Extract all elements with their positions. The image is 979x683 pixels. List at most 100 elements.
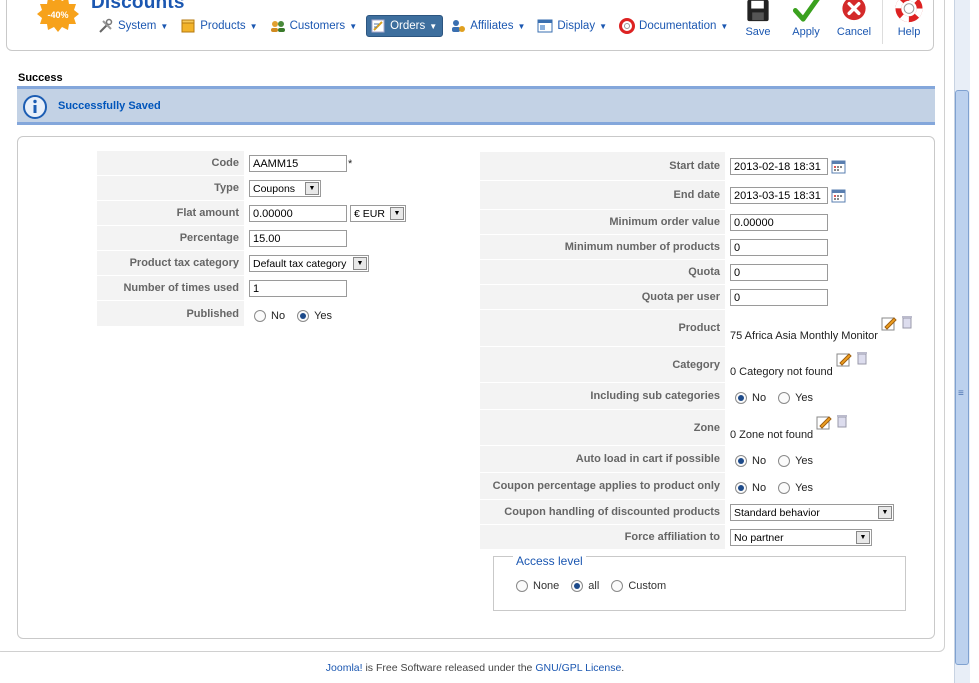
published-yes-radio[interactable] <box>297 309 310 322</box>
apply-button[interactable]: Apply <box>782 0 830 47</box>
type-label: Type <box>97 176 244 201</box>
joomla-link[interactable]: Joomla! <box>326 662 363 674</box>
product-cell: 75 Africa Asia Monthly Monitor <box>725 310 914 347</box>
help-button[interactable]: Help <box>885 0 933 47</box>
percentage-input[interactable] <box>249 230 347 247</box>
row-min-order-value: Minimum order value <box>480 210 828 235</box>
published-no-radio[interactable] <box>254 309 266 322</box>
menu-orders[interactable]: Orders ▼ <box>366 15 444 37</box>
min-order-value-input[interactable] <box>730 214 828 231</box>
product-tax-category-value: Default tax category <box>253 257 347 270</box>
published-no-label: No <box>271 309 286 322</box>
help-label: Help <box>897 26 921 38</box>
lifebuoy-icon <box>619 18 636 34</box>
menu-affiliates[interactable]: Affiliates ▼ <box>447 15 530 37</box>
min-products-input[interactable] <box>730 239 828 256</box>
chevron-down-icon: ▼ <box>599 21 608 31</box>
auto-load-no-radio[interactable] <box>735 455 747 467</box>
row-quota-per-user: Quota per user <box>480 285 828 310</box>
menu-products[interactable]: Products ▼ <box>177 15 262 37</box>
save-button[interactable]: Save <box>734 0 782 47</box>
scrollbar-thumb[interactable] <box>955 90 969 665</box>
affiliate-icon <box>452 20 466 32</box>
row-auto-load: Auto load in cart if possible No Yes <box>480 446 825 473</box>
access-custom-radio[interactable] <box>611 580 624 592</box>
pct-applies-no-label: No <box>752 482 767 494</box>
flat-amount-input[interactable] <box>249 205 347 222</box>
access-none-radio[interactable] <box>516 580 528 592</box>
trash-icon[interactable] <box>835 414 849 428</box>
category-label: Category <box>480 347 725 383</box>
handling-cell: Standard behavior ▼ <box>725 500 894 525</box>
calendar-icon[interactable] <box>831 188 846 203</box>
force-affiliation-select[interactable]: No partner ▼ <box>730 529 872 546</box>
handling-select[interactable]: Standard behavior ▼ <box>730 504 894 521</box>
menu-system[interactable]: System ▼ <box>95 15 173 37</box>
percentage-value-cell <box>244 226 347 251</box>
row-times-used: Number of times used <box>97 276 347 301</box>
sub-categories-no-radio[interactable] <box>735 392 747 404</box>
category-value: 0 Category not found <box>730 366 833 378</box>
flat-amount-value-cell: € EUR ▼ <box>244 201 406 226</box>
type-value-cell: Coupons ▼ <box>244 176 321 201</box>
edit-icon[interactable] <box>836 351 852 367</box>
quota-per-user-input[interactable] <box>730 289 828 306</box>
menu-display[interactable]: Display ▼ <box>534 15 612 37</box>
menu-customers[interactable]: Customers ▼ <box>267 15 363 37</box>
edit-icon[interactable] <box>881 315 897 331</box>
row-type: Type Coupons ▼ <box>97 176 321 201</box>
chevron-down-icon: ▼ <box>160 21 169 31</box>
info-icon <box>23 95 47 119</box>
success-message-bar: Successfully Saved <box>17 86 935 125</box>
sub-categories-yes-label: Yes <box>795 392 814 404</box>
pct-applies-label: Coupon percentage applies to product onl… <box>480 473 725 500</box>
chevron-down-icon: ▼ <box>878 506 892 519</box>
start-date-input[interactable] <box>730 158 828 175</box>
pct-applies-no-radio[interactable] <box>735 482 747 494</box>
footer-end: . <box>621 662 625 674</box>
published-label: Published <box>97 301 244 327</box>
end-date-label: End date <box>480 181 725 210</box>
sub-categories-yes-radio[interactable] <box>778 392 791 404</box>
message-title: Success <box>18 72 63 84</box>
force-affiliation-label: Force affiliation to <box>480 525 725 550</box>
zone-label: Zone <box>480 410 725 446</box>
row-code: Code * <box>97 151 444 176</box>
checkmark-icon <box>792 0 820 22</box>
license-link[interactable]: GNU/GPL License <box>535 662 621 674</box>
end-date-input[interactable] <box>730 187 828 204</box>
chevron-down-icon: ▼ <box>720 21 729 31</box>
type-select[interactable]: Coupons ▼ <box>249 180 321 197</box>
zone-cell: 0 Zone not found <box>725 410 849 446</box>
trash-icon[interactable] <box>855 351 869 365</box>
code-input[interactable] <box>249 155 347 172</box>
quota-input[interactable] <box>730 264 828 281</box>
pct-applies-yes-radio[interactable] <box>778 482 791 494</box>
row-published: Published No Yes <box>97 301 344 327</box>
currency-select-value: € EUR <box>354 207 385 220</box>
trash-icon[interactable] <box>900 315 914 329</box>
message-text: Successfully Saved <box>58 100 161 112</box>
product-value: 75 Africa Asia Monthly Monitor <box>730 330 878 342</box>
row-zone: Zone 0 Zone not found <box>480 410 849 446</box>
cancel-button[interactable]: Cancel <box>830 0 878 47</box>
menu-display-label: Display <box>557 20 596 32</box>
menu-customers-label: Customers <box>289 20 346 32</box>
row-flat-amount: Flat amount € EUR ▼ <box>97 201 406 226</box>
currency-select[interactable]: € EUR ▼ <box>350 205 406 222</box>
product-tax-category-value-cell: Default tax category ▼ <box>244 251 369 276</box>
menu-documentation[interactable]: Documentation ▼ <box>616 15 733 37</box>
times-used-input[interactable] <box>249 280 347 297</box>
product-label: Product <box>480 310 725 347</box>
edit-icon[interactable] <box>816 414 832 430</box>
discount-badge-icon: -40% <box>37 0 79 32</box>
chevron-down-icon: ▼ <box>390 207 404 220</box>
auto-load-yes-radio[interactable] <box>778 455 791 467</box>
sub-categories-label: Including sub categories <box>480 383 725 410</box>
access-all-radio[interactable] <box>571 580 584 592</box>
box-icon <box>181 19 195 33</box>
calendar-icon[interactable] <box>831 159 846 174</box>
product-tax-category-label: Product tax category <box>97 251 244 276</box>
zone-value: 0 Zone not found <box>730 429 814 441</box>
product-tax-category-select[interactable]: Default tax category ▼ <box>249 255 369 272</box>
